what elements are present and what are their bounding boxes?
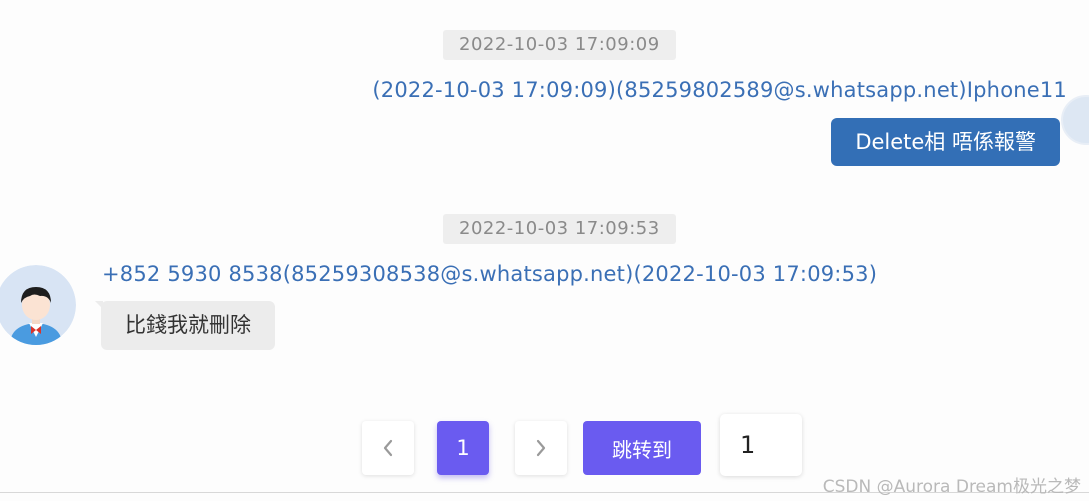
watermark: CSDN @Aurora Dream极光之梦 [822,477,1081,497]
message-bubble-outgoing: Delete相 唔係報警 [831,118,1060,166]
jump-to-page-button[interactable]: 跳转到 [583,421,701,475]
user-avatar-outgoing [1061,95,1089,145]
message-timestamp: 2022-10-03 17:09:09 [443,30,676,60]
message-sender-info: +852 5930 8538(85259308538@s.whatsapp.ne… [102,262,878,286]
prev-page-button[interactable] [362,421,414,475]
message-bubble-incoming: 比錢我就刪除 [95,301,275,350]
message-sender-info: (2022-10-03 17:09:09)(85259802589@s.what… [372,78,1067,102]
chat-history-view: 2022-10-03 17:09:09 (2022-10-03 17:09:09… [0,0,1089,501]
message-timestamp: 2022-10-03 17:09:53 [443,214,676,244]
person-avatar-icon [0,265,76,345]
chevron-right-icon [536,439,546,457]
chevron-left-icon [383,439,393,457]
next-page-button[interactable] [515,421,567,475]
jump-page-input[interactable] [720,414,802,476]
contact-avatar [0,265,76,345]
page-number-button[interactable]: 1 [437,421,489,475]
